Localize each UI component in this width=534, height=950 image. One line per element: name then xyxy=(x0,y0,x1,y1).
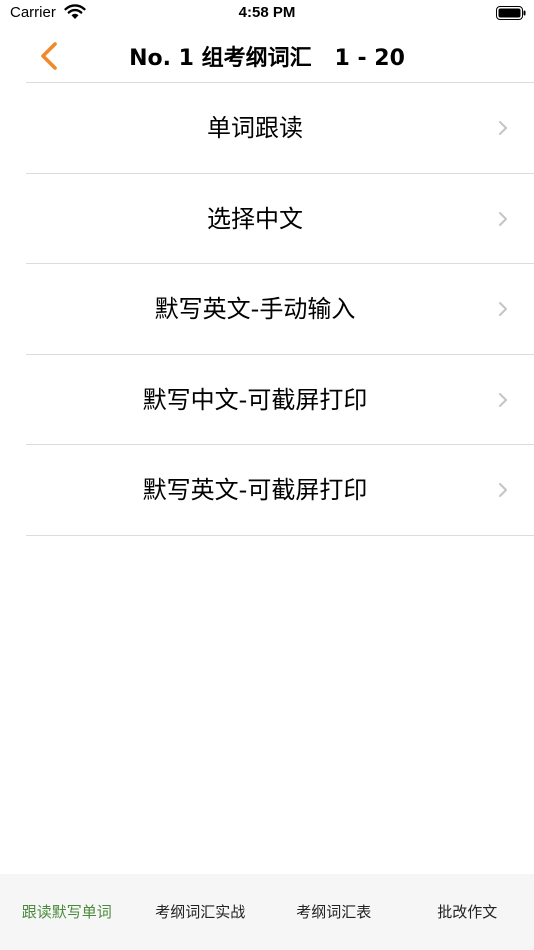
menu-item-label: 默写英文-手动输入 xyxy=(154,295,356,323)
tab-vocab-list[interactable]: 考纲词汇表 xyxy=(267,874,401,950)
chevron-right-icon xyxy=(499,302,507,316)
menu-list: 单词跟读 选择中文 默写英文-手动输入 默写中文-可截屏打印 默写英文-可截屏打… xyxy=(26,82,534,536)
navigation-bar: No. 1 组考纲词汇 1 - 20 xyxy=(0,28,534,82)
tab-essay-review[interactable]: 批改作文 xyxy=(401,874,534,950)
menu-item-choose-chinese[interactable]: 选择中文 xyxy=(26,174,534,264)
menu-item-label: 选择中文 xyxy=(207,204,303,233)
status-bar: Carrier 4:58 PM xyxy=(0,0,534,28)
menu-item-dictate-english-print[interactable]: 默写英文-可截屏打印 xyxy=(26,445,534,536)
tab-word-practice[interactable]: 跟读默写单词 xyxy=(0,874,134,950)
menu-item-word-repeat[interactable]: 单词跟读 xyxy=(26,83,534,174)
chevron-right-icon xyxy=(499,211,507,226)
menu-item-label: 默写英文-可截屏打印 xyxy=(142,476,368,504)
menu-item-label: 默写中文-可截屏打印 xyxy=(142,385,368,414)
menu-item-label: 单词跟读 xyxy=(207,114,303,142)
tab-bar: 跟读默写单词 考纲词汇实战 考纲词汇表 批改作文 xyxy=(0,874,534,950)
chevron-right-icon xyxy=(499,392,507,407)
page-title: No. 1 组考纲词汇 1 - 20 xyxy=(129,46,405,71)
menu-item-dictate-english-input[interactable]: 默写英文-手动输入 xyxy=(26,264,534,355)
chevron-right-icon xyxy=(499,121,507,135)
tab-vocab-drill[interactable]: 考纲词汇实战 xyxy=(134,874,268,950)
menu-item-dictate-chinese-print[interactable]: 默写中文-可截屏打印 xyxy=(26,355,534,445)
battery-icon xyxy=(496,6,526,20)
chevron-right-icon xyxy=(499,483,507,497)
status-time: 4:58 PM xyxy=(238,4,296,21)
